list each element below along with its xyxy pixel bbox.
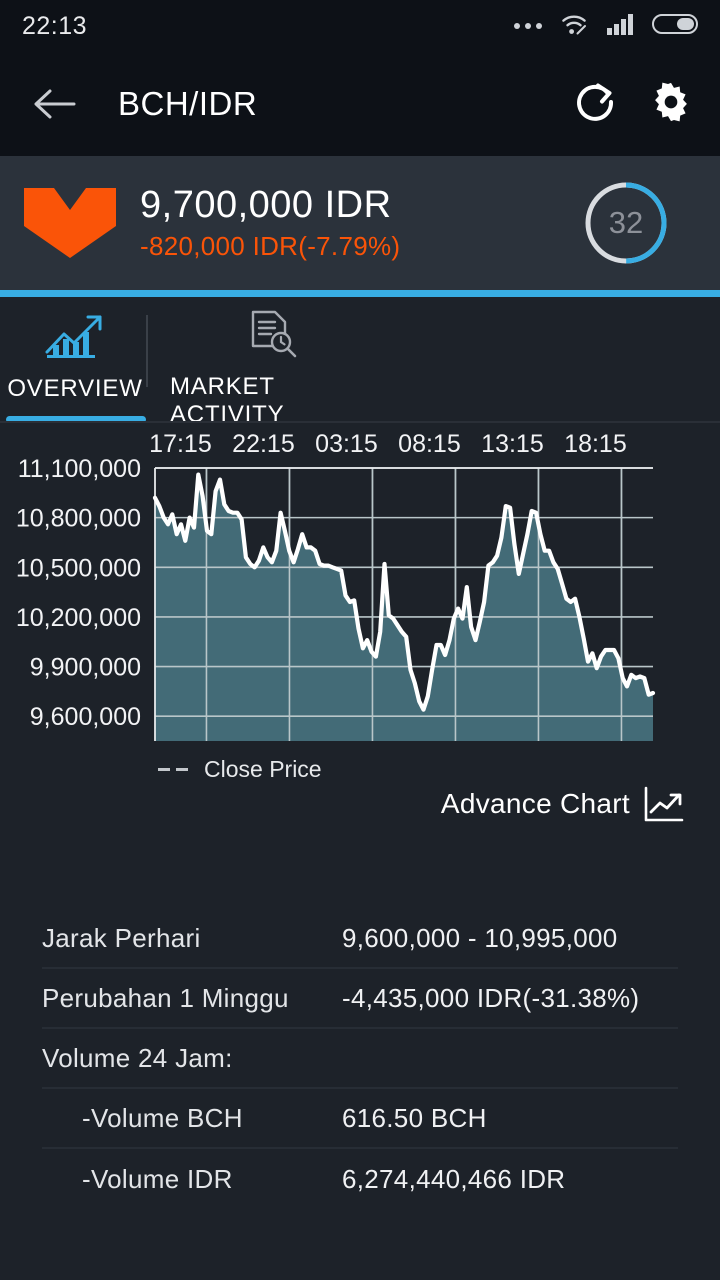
signal-icon <box>606 12 636 41</box>
down-chevron-icon <box>24 188 116 258</box>
y-axis-tick-label: 10,800,000 <box>16 505 141 533</box>
price-area-chart[interactable]: 11,100,000 10,800,000 10,500,000 10,200,000… <box>0 423 720 753</box>
stat-value: 9,600,000 - 10,995,000 <box>342 922 618 953</box>
table-row: -Volume BCH 616.50 BCH <box>42 1089 678 1149</box>
stat-key: -Volume IDR <box>82 1163 233 1194</box>
x-axis-tick-label: 08:15 <box>398 430 461 458</box>
tab-overview[interactable]: OVERVIEW <box>4 297 146 423</box>
trending-up-icon <box>644 786 684 822</box>
price-block: 9,700,000 IDR -820,000 IDR(-7.79%) <box>140 184 400 263</box>
refresh-icon <box>577 83 614 121</box>
y-axis-tick-label: 11,100,000 <box>18 455 141 483</box>
page-title: BCH/IDR <box>118 85 258 122</box>
price-chart-card: 11,100,000 10,800,000 10,500,000 10,200,000… <box>0 423 720 853</box>
stat-key: Jarak Perhari <box>42 922 201 953</box>
x-axis-tick-label: 22:15 <box>232 430 295 458</box>
price-change: -820,000 IDR(-7.79%) <box>140 231 401 262</box>
advance-chart-link[interactable]: Advance Chart <box>441 786 684 822</box>
stat-key: -Volume BCH <box>82 1102 243 1133</box>
status-bar: 22:13 <box>0 0 720 52</box>
stats-table: Jarak Perhari 9,600,000 - 10,995,000 Per… <box>0 909 720 1209</box>
settings-button[interactable] <box>648 79 694 130</box>
back-arrow-icon <box>34 89 76 119</box>
stat-value: 616.50 BCH <box>342 1102 487 1133</box>
table-row: -Volume IDR 6,274,440,466 IDR <box>42 1149 678 1209</box>
stat-key: Perubahan 1 Minggu <box>42 982 289 1013</box>
x-axis-tick-label: 17:15 <box>149 430 212 458</box>
table-row: Jarak Perhari 9,600,000 - 10,995,000 <box>42 909 678 969</box>
x-axis-tick-label: 03:15 <box>315 430 378 458</box>
y-axis-tick-label: 10,200,000 <box>16 604 141 632</box>
tab-bar: OVERVIEW MARKET ACTIVITY <box>0 297 720 428</box>
app-bar: BCH/IDR <box>0 52 720 156</box>
x-axis-tick-label: 18:15 <box>564 430 627 458</box>
countdown-value: 32 <box>608 205 644 240</box>
y-axis-tick-label: 9,600,000 <box>30 703 141 731</box>
gear-icon <box>655 82 687 121</box>
tab-divider <box>146 315 148 387</box>
stat-value: -4,435,000 IDR(-31.38%) <box>342 982 640 1013</box>
status-bar-icons <box>514 12 698 41</box>
stat-value: 6,274,440,466 IDR <box>342 1163 566 1194</box>
refresh-countdown[interactable]: 32 <box>582 179 670 267</box>
table-row: Perubahan 1 Minggu -4,435,000 IDR(-31.38… <box>42 969 678 1029</box>
y-axis-tick-label: 9,900,000 <box>30 654 141 682</box>
legend-label: Close Price <box>204 756 322 782</box>
app-bar-actions <box>572 79 694 130</box>
legend-dash-icon <box>158 768 188 771</box>
accent-divider <box>0 290 720 297</box>
tab-market-activity[interactable]: MARKET ACTIVITY <box>170 297 376 428</box>
y-axis-tick-label: 10,500,000 <box>16 554 141 582</box>
refresh-button[interactable] <box>572 79 618 130</box>
battery-icon <box>652 12 698 41</box>
table-row: Volume 24 Jam: <box>42 1029 678 1089</box>
back-button[interactable] <box>26 76 82 132</box>
bar-chart-up-icon <box>44 309 106 363</box>
current-price: 9,700,000 IDR <box>140 183 392 226</box>
stat-key: Volume 24 Jam: <box>42 1042 233 1073</box>
advance-chart-label: Advance Chart <box>440 788 630 819</box>
document-search-icon <box>245 309 301 361</box>
chart-legend: Close Price <box>158 756 322 783</box>
x-axis-tick-label: 13:15 <box>481 430 544 458</box>
tab-overview-label: OVERVIEW <box>7 375 143 402</box>
wifi-icon <box>558 12 590 41</box>
more-dots-icon <box>514 23 542 29</box>
price-summary-card: 9,700,000 IDR -820,000 IDR(-7.79%) 32 <box>0 156 720 290</box>
status-bar-clock: 22:13 <box>22 11 88 40</box>
